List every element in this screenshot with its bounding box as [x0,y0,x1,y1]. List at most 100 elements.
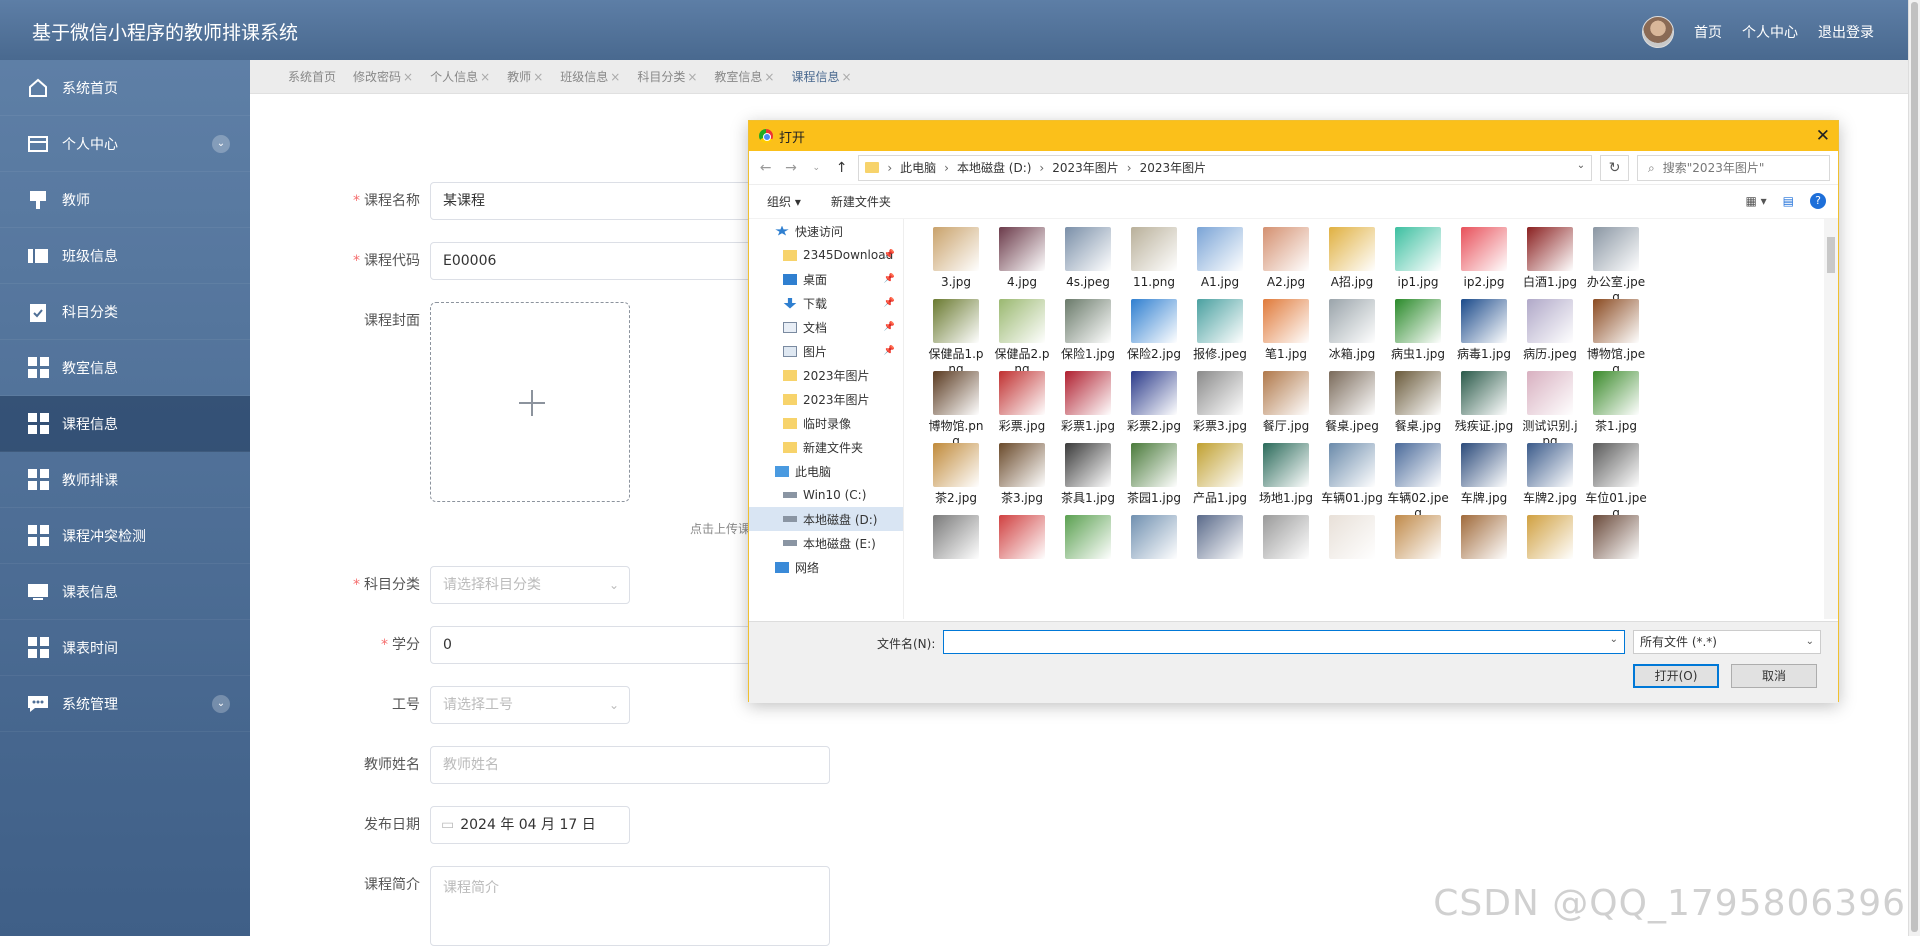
nav-item[interactable]: 新建文件夹 [749,435,903,459]
file-item[interactable] [1123,515,1185,563]
home-link[interactable]: 首页 [1694,22,1722,42]
file-item[interactable]: 3.jpg [925,227,987,290]
file-grid-scrollbar[interactable] [1824,219,1838,619]
file-item[interactable]: ip1.jpg [1387,227,1449,290]
publish-date-input[interactable]: ▭2024 年 04 月 17 日 [430,806,630,844]
search-input[interactable]: ⌕搜索"2023年图片" [1637,155,1830,181]
file-item[interactable]: 车辆02.jpeg [1387,443,1449,521]
tab-close-icon[interactable]: × [403,70,413,84]
file-item[interactable]: 场地1.jpg [1255,443,1317,506]
file-item[interactable] [1057,515,1119,563]
tab-item[interactable]: 科目分类× [637,68,697,85]
logout-link[interactable]: 退出登录 [1818,22,1874,42]
nav-item[interactable]: 2023年图片 [749,363,903,387]
file-item[interactable]: 病虫1.jpg [1387,299,1449,362]
close-icon[interactable]: ✕ [1816,126,1830,146]
new-folder-button[interactable]: 新建文件夹 [831,193,891,210]
sidebar-item-teacher[interactable]: 教师 [0,172,250,228]
file-item[interactable]: 病毒1.jpg [1453,299,1515,362]
nav-item[interactable]: 此电脑 [749,459,903,483]
sidebar-item-timetable-info[interactable]: 课表信息 [0,564,250,620]
tab-item[interactable]: 教师× [507,68,543,85]
tab-close-icon[interactable]: × [842,70,852,84]
tab-close-icon[interactable]: × [687,70,697,84]
teacher-name-input[interactable]: 教师姓名 [430,746,830,784]
file-item[interactable]: 办公室.jpeg [1585,227,1647,305]
file-item[interactable] [925,515,987,563]
file-item[interactable]: 餐厅.jpg [1255,371,1317,434]
file-item[interactable]: 白酒1.jpg [1519,227,1581,290]
chevron-down-icon[interactable]: ⌄ [212,135,230,153]
chevron-down-icon[interactable]: ⌄ [1577,160,1585,171]
view-options-icon[interactable]: ▦ ▾ [1745,194,1766,208]
file-item[interactable]: 残疾证.jpg [1453,371,1515,434]
forward-arrow-icon[interactable]: → [782,160,799,176]
nav-item[interactable]: 文档📌 [749,315,903,339]
tab-close-icon[interactable]: × [610,70,620,84]
file-item[interactable] [991,515,1053,563]
recent-dropdown-icon[interactable]: ⌄ [808,163,825,173]
sidebar-item-conflict-detection[interactable]: 课程冲突检测 [0,508,250,564]
file-item[interactable]: 笔1.jpg [1255,299,1317,362]
nav-item[interactable]: 桌面📌 [749,267,903,291]
file-item[interactable]: 保险1.jpg [1057,299,1119,362]
file-item[interactable]: 餐桌.jpeg [1321,371,1383,434]
file-item[interactable]: 彩票3.jpg [1189,371,1251,434]
tab-item[interactable]: 课程信息× [791,68,851,85]
file-item[interactable]: 彩票.jpg [991,371,1053,434]
sidebar-item-subject-category[interactable]: 科目分类 [0,284,250,340]
open-button[interactable]: 打开(O) [1633,664,1719,688]
file-item[interactable] [1321,515,1383,563]
sidebar-item-system-management[interactable]: 系统管理 ⌄ [0,676,250,732]
breadcrumb-item[interactable]: 此电脑 [900,159,936,176]
subject-select[interactable]: 请选择科目分类⌄ [430,566,630,604]
file-item[interactable] [1585,515,1647,563]
preview-pane-icon[interactable]: ▤ [1783,194,1794,208]
sidebar-item-teacher-scheduling[interactable]: 教师排课 [0,452,250,508]
file-item[interactable]: 车辆01.jpg [1321,443,1383,506]
file-item[interactable]: 报修.jpeg [1189,299,1251,362]
nav-item[interactable]: 下载📌 [749,291,903,315]
tab-close-icon[interactable]: × [533,70,543,84]
tab-item[interactable]: 系统首页 [288,68,336,85]
file-item[interactable]: 保险2.jpg [1123,299,1185,362]
sidebar-item-classroom-info[interactable]: 教室信息 [0,340,250,396]
back-arrow-icon[interactable]: ← [757,160,774,176]
file-item[interactable]: 茶1.jpg [1585,371,1647,434]
nav-item[interactable]: 快速访问 [749,219,903,243]
file-item[interactable] [1453,515,1515,563]
file-item[interactable]: 餐桌.jpg [1387,371,1449,434]
nav-item[interactable]: 本地磁盘 (E:) [749,531,903,555]
tab-close-icon[interactable]: × [764,70,774,84]
file-item[interactable]: 茶2.jpg [925,443,987,506]
cover-upload[interactable] [430,302,630,502]
cancel-button[interactable]: 取消 [1731,664,1817,688]
file-item[interactable]: 车位01.jpeg [1585,443,1647,521]
breadcrumb-item[interactable]: 2023年图片 [1140,159,1207,176]
sidebar-item-class-info[interactable]: 班级信息 [0,228,250,284]
nav-item[interactable]: 本地磁盘 (D:) [749,507,903,531]
file-item[interactable]: 博物馆.jpeg [1585,299,1647,377]
address-breadcrumb[interactable]: ›此电脑 ›本地磁盘 (D:) ›2023年图片 ›2023年图片 ⌄ [858,155,1592,181]
file-item[interactable]: A招.jpg [1321,227,1383,290]
nav-item[interactable]: 网络 [749,555,903,579]
tab-item[interactable]: 个人信息× [430,68,490,85]
file-item[interactable]: 茶园1.jpg [1123,443,1185,506]
file-item[interactable]: 病历.jpeg [1519,299,1581,362]
file-item[interactable]: 4s.jpeg [1057,227,1119,290]
chevron-down-icon[interactable]: ⌄ [212,695,230,713]
nav-item[interactable]: 图片📌 [749,339,903,363]
file-item[interactable]: 保健品1.png [925,299,987,377]
file-item[interactable]: 产品1.jpg [1189,443,1251,506]
sidebar-item-timetable-time[interactable]: 课表时间 [0,620,250,676]
breadcrumb-item[interactable]: 本地磁盘 (D:) [957,159,1031,176]
tab-item[interactable]: 修改密码× [353,68,413,85]
filename-input[interactable]: ⌄ [943,630,1625,654]
nav-item[interactable]: 2023年图片 [749,387,903,411]
file-item[interactable]: A1.jpg [1189,227,1251,290]
sidebar-item-personal-center[interactable]: 个人中心 ⌄ [0,116,250,172]
tab-item[interactable]: 教室信息× [714,68,774,85]
file-item[interactable]: 彩票2.jpg [1123,371,1185,434]
file-item[interactable] [1255,515,1317,563]
file-item[interactable]: 11.png [1123,227,1185,290]
